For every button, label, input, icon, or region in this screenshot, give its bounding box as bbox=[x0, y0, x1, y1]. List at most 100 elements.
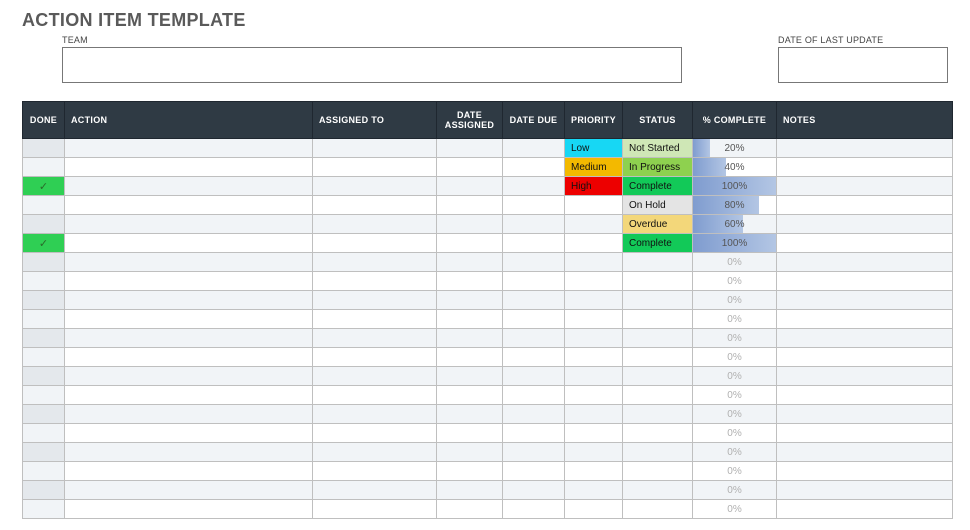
status-cell[interactable] bbox=[623, 443, 693, 462]
pct-complete-cell[interactable]: 0% bbox=[693, 348, 777, 367]
date-due-cell[interactable] bbox=[503, 500, 565, 519]
assigned-to-cell[interactable] bbox=[313, 462, 437, 481]
action-cell[interactable] bbox=[65, 481, 313, 500]
action-cell[interactable] bbox=[65, 329, 313, 348]
status-cell[interactable] bbox=[623, 500, 693, 519]
date-due-cell[interactable] bbox=[503, 253, 565, 272]
date-due-cell[interactable] bbox=[503, 234, 565, 253]
pct-complete-cell[interactable]: 60% bbox=[693, 215, 777, 234]
date-assigned-cell[interactable] bbox=[437, 253, 503, 272]
done-cell[interactable] bbox=[23, 348, 65, 367]
date-due-cell[interactable] bbox=[503, 139, 565, 158]
status-cell[interactable] bbox=[623, 367, 693, 386]
date-assigned-cell[interactable] bbox=[437, 272, 503, 291]
pct-complete-cell[interactable]: 0% bbox=[693, 481, 777, 500]
done-cell[interactable] bbox=[23, 405, 65, 424]
action-cell[interactable] bbox=[65, 177, 313, 196]
status-cell[interactable] bbox=[623, 386, 693, 405]
done-cell[interactable] bbox=[23, 139, 65, 158]
priority-cell[interactable] bbox=[565, 272, 623, 291]
assigned-to-cell[interactable] bbox=[313, 443, 437, 462]
assigned-to-cell[interactable] bbox=[313, 424, 437, 443]
status-cell[interactable]: Not Started bbox=[623, 139, 693, 158]
priority-cell[interactable] bbox=[565, 291, 623, 310]
done-cell[interactable] bbox=[23, 500, 65, 519]
action-cell[interactable] bbox=[65, 405, 313, 424]
date-due-cell[interactable] bbox=[503, 291, 565, 310]
date-due-cell[interactable] bbox=[503, 215, 565, 234]
notes-cell[interactable] bbox=[777, 405, 953, 424]
pct-complete-cell[interactable]: 0% bbox=[693, 462, 777, 481]
date-due-cell[interactable] bbox=[503, 481, 565, 500]
notes-cell[interactable] bbox=[777, 158, 953, 177]
assigned-to-cell[interactable] bbox=[313, 500, 437, 519]
priority-cell[interactable] bbox=[565, 253, 623, 272]
action-cell[interactable] bbox=[65, 215, 313, 234]
date-assigned-cell[interactable] bbox=[437, 291, 503, 310]
status-cell[interactable] bbox=[623, 424, 693, 443]
action-cell[interactable] bbox=[65, 348, 313, 367]
pct-complete-cell[interactable]: 100% bbox=[693, 234, 777, 253]
priority-cell[interactable] bbox=[565, 500, 623, 519]
date-assigned-cell[interactable] bbox=[437, 329, 503, 348]
date-assigned-cell[interactable] bbox=[437, 234, 503, 253]
date-due-cell[interactable] bbox=[503, 348, 565, 367]
action-cell[interactable] bbox=[65, 272, 313, 291]
action-cell[interactable] bbox=[65, 234, 313, 253]
pct-complete-cell[interactable]: 80% bbox=[693, 196, 777, 215]
action-cell[interactable] bbox=[65, 386, 313, 405]
notes-cell[interactable] bbox=[777, 215, 953, 234]
date-due-cell[interactable] bbox=[503, 367, 565, 386]
done-cell[interactable] bbox=[23, 310, 65, 329]
action-cell[interactable] bbox=[65, 500, 313, 519]
notes-cell[interactable] bbox=[777, 386, 953, 405]
assigned-to-cell[interactable] bbox=[313, 272, 437, 291]
notes-cell[interactable] bbox=[777, 500, 953, 519]
notes-cell[interactable] bbox=[777, 462, 953, 481]
status-cell[interactable] bbox=[623, 481, 693, 500]
date-assigned-cell[interactable] bbox=[437, 424, 503, 443]
done-cell[interactable]: ✓ bbox=[23, 234, 65, 253]
notes-cell[interactable] bbox=[777, 253, 953, 272]
date-assigned-cell[interactable] bbox=[437, 215, 503, 234]
priority-cell[interactable] bbox=[565, 310, 623, 329]
action-cell[interactable] bbox=[65, 291, 313, 310]
done-cell[interactable] bbox=[23, 272, 65, 291]
assigned-to-cell[interactable] bbox=[313, 329, 437, 348]
status-cell[interactable] bbox=[623, 310, 693, 329]
status-cell[interactable] bbox=[623, 405, 693, 424]
assigned-to-cell[interactable] bbox=[313, 215, 437, 234]
date-due-cell[interactable] bbox=[503, 405, 565, 424]
assigned-to-cell[interactable] bbox=[313, 405, 437, 424]
action-cell[interactable] bbox=[65, 158, 313, 177]
notes-cell[interactable] bbox=[777, 443, 953, 462]
pct-complete-cell[interactable]: 20% bbox=[693, 139, 777, 158]
pct-complete-cell[interactable]: 40% bbox=[693, 158, 777, 177]
pct-complete-cell[interactable]: 0% bbox=[693, 500, 777, 519]
assigned-to-cell[interactable] bbox=[313, 177, 437, 196]
notes-cell[interactable] bbox=[777, 139, 953, 158]
date-assigned-cell[interactable] bbox=[437, 367, 503, 386]
date-due-cell[interactable] bbox=[503, 177, 565, 196]
priority-cell[interactable] bbox=[565, 386, 623, 405]
priority-cell[interactable] bbox=[565, 215, 623, 234]
priority-cell[interactable] bbox=[565, 405, 623, 424]
date-input[interactable] bbox=[778, 47, 948, 83]
date-assigned-cell[interactable] bbox=[437, 348, 503, 367]
date-assigned-cell[interactable] bbox=[437, 177, 503, 196]
pct-complete-cell[interactable]: 0% bbox=[693, 386, 777, 405]
assigned-to-cell[interactable] bbox=[313, 196, 437, 215]
done-cell[interactable]: ✓ bbox=[23, 177, 65, 196]
assigned-to-cell[interactable] bbox=[313, 139, 437, 158]
pct-complete-cell[interactable]: 0% bbox=[693, 272, 777, 291]
priority-cell[interactable] bbox=[565, 462, 623, 481]
priority-cell[interactable] bbox=[565, 443, 623, 462]
notes-cell[interactable] bbox=[777, 329, 953, 348]
assigned-to-cell[interactable] bbox=[313, 253, 437, 272]
assigned-to-cell[interactable] bbox=[313, 310, 437, 329]
priority-cell[interactable]: Low bbox=[565, 139, 623, 158]
priority-cell[interactable] bbox=[565, 424, 623, 443]
done-cell[interactable] bbox=[23, 367, 65, 386]
done-cell[interactable] bbox=[23, 462, 65, 481]
date-due-cell[interactable] bbox=[503, 462, 565, 481]
